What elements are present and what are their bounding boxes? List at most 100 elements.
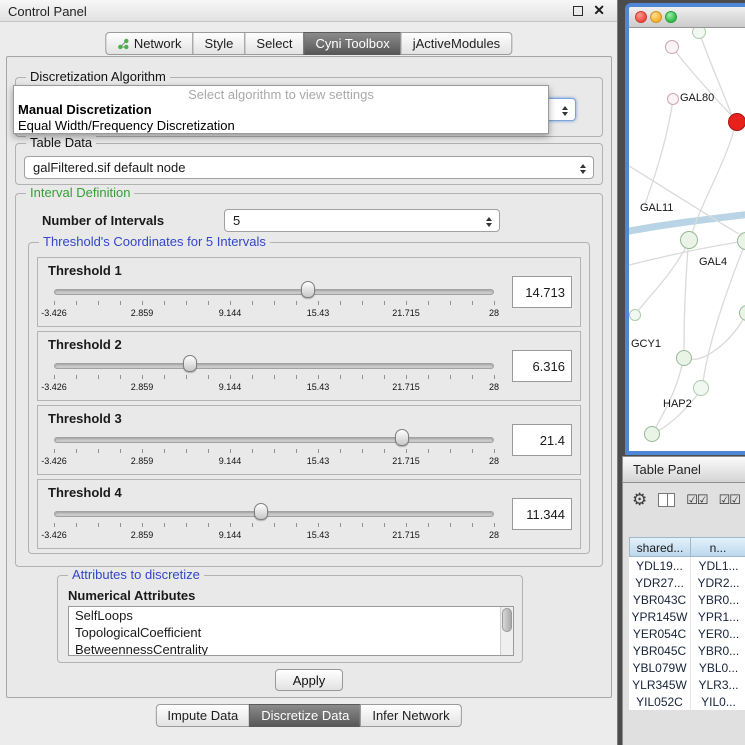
network-node-label: HAP2: [663, 398, 692, 410]
tab-label: Infer Network: [372, 708, 449, 723]
slider-thumb[interactable]: [183, 355, 197, 372]
slider-track[interactable]: [54, 363, 494, 369]
network-node[interactable]: [693, 380, 709, 396]
dropdown-placeholder-option[interactable]: Select algorithm to view settings: [14, 86, 548, 102]
slider-thumb[interactable]: [254, 503, 268, 520]
table-row[interactable]: YLR345W YLR3...: [629, 676, 745, 693]
scrollbar-thumb[interactable]: [502, 608, 512, 632]
list-scrollbar[interactable]: [500, 607, 513, 655]
table-row[interactable]: YDR27... YDR2...: [629, 574, 745, 591]
group-title: Table Data: [26, 135, 96, 150]
tab-discretize-data[interactable]: Discretize Data: [249, 704, 361, 727]
network-node[interactable]: [676, 350, 692, 366]
threshold-4-slider[interactable]: -3.426 2.859 9.144 15.43 21.715 28: [54, 502, 494, 546]
network-node-label: GCY1: [631, 338, 661, 350]
threshold-2-slider[interactable]: -3.426 2.859 9.144 15.43 21.715 28: [54, 354, 494, 398]
scale-label: 21.715: [392, 308, 420, 318]
table-row[interactable]: YBL079W YBL0...: [629, 659, 745, 676]
scale-label: 15.43: [307, 456, 330, 466]
table-cell[interactable]: YBL0...: [691, 659, 745, 676]
close-traffic-light-icon[interactable]: [635, 11, 647, 23]
tab-style[interactable]: Style: [193, 32, 246, 55]
table-row[interactable]: YBR045C YBR0...: [629, 642, 745, 659]
tab-cyni-toolbox[interactable]: Cyni Toolbox: [304, 32, 402, 55]
control-panel-titlebar: Control Panel ✕: [0, 0, 617, 22]
table-data-combobox[interactable]: galFiltered.sif default node: [24, 156, 594, 179]
list-item[interactable]: TopologicalCoefficient: [69, 624, 513, 641]
network-node[interactable]: [728, 113, 745, 131]
table-panel-header[interactable]: Table Panel: [622, 456, 745, 483]
table-cell[interactable]: YBR045C: [629, 642, 691, 659]
tab-infer-network[interactable]: Infer Network: [360, 704, 461, 727]
select-all-columns-icon[interactable]: ☑☑: [686, 492, 707, 508]
table-cell[interactable]: YLR3...: [691, 676, 745, 693]
slider-thumb[interactable]: [395, 429, 409, 446]
table-cell[interactable]: YIL052C: [629, 693, 691, 710]
network-canvas[interactable]: GAL80GAL11GAL4GCY1HAP2: [629, 28, 745, 450]
scale-label: 15.43: [307, 308, 330, 318]
list-item[interactable]: BetweennessCentrality: [69, 641, 513, 656]
threshold-2-label: Threshold 2: [48, 337, 122, 352]
dropdown-option-manual-discretization[interactable]: Manual Discretization: [14, 102, 548, 118]
table-cell[interactable]: YPR145W: [629, 608, 691, 625]
threshold-2-value-field[interactable]: 6.316: [512, 350, 572, 382]
network-node[interactable]: [629, 309, 641, 321]
table-cell[interactable]: YBR0...: [691, 591, 745, 608]
network-node[interactable]: [644, 426, 660, 442]
columns-icon[interactable]: [658, 493, 675, 507]
slider-track[interactable]: [54, 511, 494, 517]
tab-jactivemodules[interactable]: jActiveModules: [401, 32, 512, 55]
table-row[interactable]: YIL052C YIL0...: [629, 693, 745, 710]
select-columns-icon[interactable]: ☑☑: [719, 492, 740, 508]
table-cell[interactable]: YDL1...: [691, 557, 745, 574]
apply-button[interactable]: Apply: [275, 669, 343, 691]
network-node[interactable]: [680, 231, 698, 249]
tab-impute-data[interactable]: Impute Data: [155, 704, 250, 727]
network-window: GAL80GAL11GAL4GCY1HAP2: [625, 3, 745, 455]
table-cell[interactable]: YDR2...: [691, 574, 745, 591]
tab-select[interactable]: Select: [244, 32, 304, 55]
slider-scale: -3.426 2.859 9.144 15.43 21.715 28: [54, 456, 494, 468]
table-row[interactable]: YBR043C YBR0...: [629, 591, 745, 608]
zoom-traffic-light-icon[interactable]: [665, 11, 677, 23]
table-cell[interactable]: YBR0...: [691, 642, 745, 659]
panel-title: Control Panel: [8, 4, 87, 19]
number-of-intervals-combobox[interactable]: 5: [224, 209, 500, 232]
scale-label: 2.859: [131, 530, 154, 540]
scale-label: 21.715: [392, 382, 420, 392]
table-cell[interactable]: YDR27...: [629, 574, 691, 591]
dropdown-option-equal-width-frequency[interactable]: Equal Width/Frequency Discretization: [14, 118, 548, 134]
network-node-label: GAL80: [680, 92, 714, 104]
network-node[interactable]: [665, 40, 679, 54]
minimize-traffic-light-icon[interactable]: [650, 11, 662, 23]
table-cell[interactable]: YBR043C: [629, 591, 691, 608]
network-node[interactable]: [667, 93, 679, 105]
table-cell[interactable]: YPR1...: [691, 608, 745, 625]
table-cell[interactable]: YLR345W: [629, 676, 691, 693]
threshold-3-value-field[interactable]: 21.4: [512, 424, 572, 456]
list-item[interactable]: SelfLoops: [69, 607, 513, 624]
table-row[interactable]: YER054C YER0...: [629, 625, 745, 642]
table-cell[interactable]: YDL19...: [629, 557, 691, 574]
close-icon[interactable]: ✕: [593, 2, 605, 19]
table-cell[interactable]: YER0...: [691, 625, 745, 642]
network-window-titlebar[interactable]: [629, 7, 745, 28]
table-cell[interactable]: YER054C: [629, 625, 691, 642]
threshold-1-slider[interactable]: -3.426 2.859 9.144 15.43 21.715 28: [54, 280, 494, 324]
column-header-shared-name[interactable]: shared...: [629, 537, 691, 557]
tab-network[interactable]: Network: [105, 32, 194, 55]
thresholds-group: Threshold's Coordinates for 5 Intervals …: [28, 242, 590, 554]
table-cell[interactable]: YIL0...: [691, 693, 745, 710]
slider-thumb[interactable]: [301, 281, 315, 298]
table-row[interactable]: YDL19... YDL1...: [629, 557, 745, 574]
table-row[interactable]: YPR145W YPR1...: [629, 608, 745, 625]
column-header-name[interactable]: n...: [691, 537, 745, 557]
gear-icon[interactable]: ⚙: [632, 491, 647, 508]
table-cell[interactable]: YBL079W: [629, 659, 691, 676]
slider-track[interactable]: [54, 289, 494, 295]
threshold-3-slider[interactable]: -3.426 2.859 9.144 15.43 21.715 28: [54, 428, 494, 472]
slider-track[interactable]: [54, 437, 494, 443]
threshold-1-value-field[interactable]: 14.713: [512, 276, 572, 308]
threshold-4-value-field[interactable]: 11.344: [512, 498, 572, 530]
float-window-icon[interactable]: [573, 6, 583, 16]
